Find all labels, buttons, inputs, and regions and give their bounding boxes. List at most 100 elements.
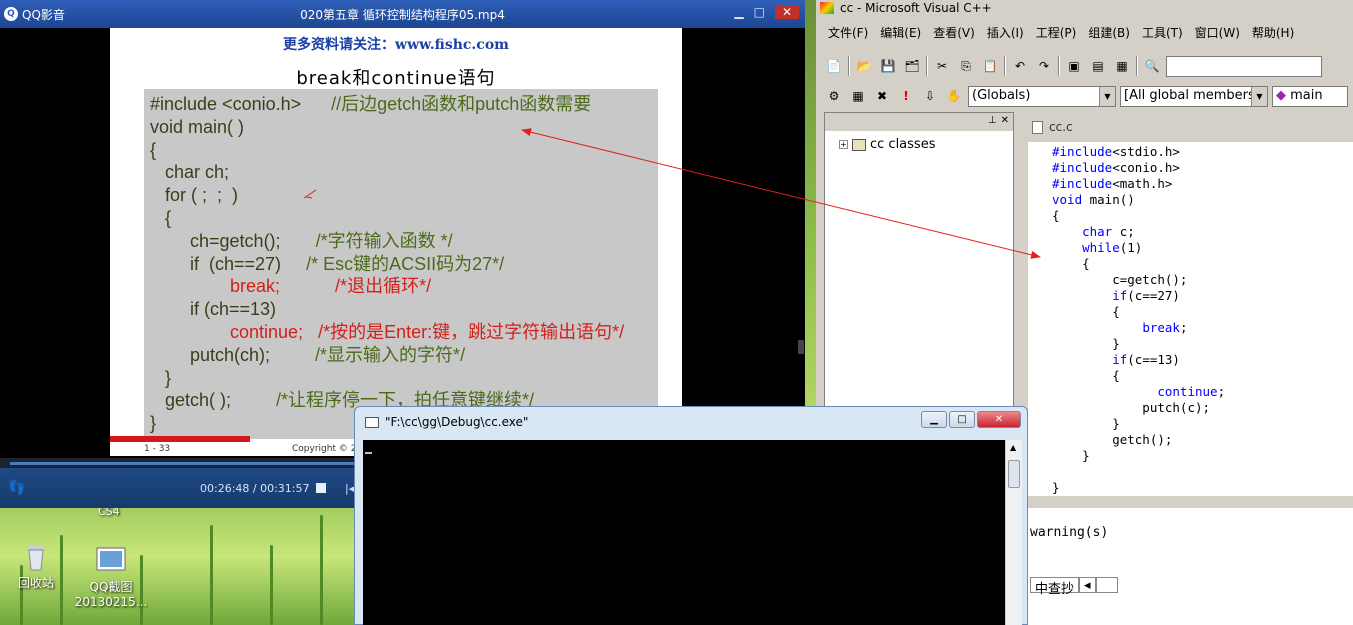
close-button[interactable]: ✕	[774, 5, 799, 19]
close-button[interactable]: ✕	[977, 411, 1021, 428]
video-frame[interactable]: 更多资料请关注：www.fishc.com break和continue语句 #…	[110, 28, 682, 456]
find-combo[interactable]	[1166, 55, 1322, 77]
scroll-up-icon[interactable]: ▲	[1010, 443, 1016, 452]
save-icon[interactable]: 💾	[878, 56, 898, 76]
slide-code-comment: //后边getch函数和putch函数需要	[301, 94, 592, 114]
class-view-icon	[852, 138, 866, 151]
slide-code-line: continue; /*按的是Enter:键，跳过字符输出语句*/	[150, 321, 652, 344]
slide-code-line: {	[150, 207, 652, 230]
breakpoint-hand-icon[interactable]: ✋	[944, 86, 964, 106]
menu-window[interactable]: 窗口(W)	[1195, 24, 1240, 41]
scope-combo-value: (Globals)	[972, 87, 1031, 103]
workspace-header: ⊥ ✕	[825, 113, 1013, 131]
minimize-button[interactable]: ▁	[921, 411, 947, 428]
undo-icon[interactable]: ↶	[1010, 56, 1030, 76]
menu-tools[interactable]: 工具(T)	[1142, 24, 1183, 41]
close-icon[interactable]: ✕	[1001, 115, 1009, 126]
code-line: }	[1052, 416, 1120, 431]
menu-file[interactable]: 文件(F)	[828, 24, 868, 41]
qq-player-titlebar[interactable]: Q QQ影音 020第五章 循环控制结构程序05.mp4 ▁ □ ✕	[0, 0, 805, 28]
new-file-icon[interactable]: 📄	[824, 56, 844, 76]
code-line: continue;	[1157, 384, 1226, 399]
menu-edit[interactable]: 编辑(E)	[880, 24, 921, 41]
function-combo-value: main	[1290, 87, 1323, 103]
minimize-button[interactable]: ▁	[734, 5, 743, 19]
slide-code-line: char ch;	[150, 161, 652, 184]
vcpp-titlebar[interactable]: cc - Microsoft Visual C++	[816, 0, 1353, 16]
output-tab[interactable]: 中查抄	[1030, 577, 1080, 597]
slide-code-line: }	[150, 367, 652, 390]
desktop-icon-qq-screenshot[interactable]: QQ截图 20130215...	[71, 546, 151, 609]
slide-code-text: if (ch==13)	[150, 299, 277, 320]
slide-code-line: ch=getch(); /*字符输入函数 */	[150, 230, 652, 253]
slide-code-comment: /*字符输入函数 */	[280, 230, 453, 251]
pin-icon[interactable]: ⊥	[988, 115, 997, 126]
code-line: {	[1052, 304, 1120, 319]
code-line: if(c==27)	[1112, 288, 1180, 303]
time-display: 00:26:48 / 00:31:57	[200, 482, 310, 495]
console-scrollbar[interactable]: ▲	[1005, 440, 1022, 625]
go-icon[interactable]: ⇩	[920, 86, 940, 106]
expand-icon[interactable]: +	[839, 140, 848, 149]
side-slider-handle[interactable]	[798, 340, 804, 354]
code-line: while(1)	[1082, 240, 1143, 255]
workspace-tree-item[interactable]: + cc classes	[839, 137, 935, 152]
slide-code-comment: /* Esc键的ACSII码为27*/	[281, 253, 505, 274]
menu-insert[interactable]: 插入(I)	[987, 24, 1024, 41]
slide-code-text: }	[150, 413, 157, 434]
tab-scroll-right[interactable]	[1095, 577, 1118, 593]
menu-help[interactable]: 帮助(H)	[1252, 24, 1294, 41]
desktop-icon-recycle-bin[interactable]: 回收站	[0, 542, 76, 591]
slide-code-text: ch=getch();	[150, 230, 281, 251]
execute-icon[interactable]: !	[896, 86, 916, 106]
compile-icon[interactable]: ⚙	[824, 86, 844, 106]
slide-code-line: if (ch==27) /* Esc键的ACSII码为27*/	[150, 253, 652, 276]
restore-button[interactable]: □	[754, 5, 765, 19]
editor-titlebar[interactable]: cc.c	[1022, 116, 1353, 138]
scope-combo[interactable]: (Globals) ▼	[968, 85, 1116, 107]
recycle-bin-icon	[21, 542, 51, 572]
stop-build-icon[interactable]: ✖	[872, 86, 892, 106]
slide-code-text: putch(ch);	[150, 344, 271, 365]
build-icon[interactable]: ▦	[848, 86, 868, 106]
function-combo[interactable]: ◆ main	[1272, 85, 1348, 107]
members-combo[interactable]: [All global members ▼	[1120, 85, 1268, 107]
copy-icon[interactable]: ⎘	[956, 56, 976, 76]
console-output[interactable]	[363, 440, 1005, 625]
menu-project[interactable]: 工程(P)	[1036, 24, 1077, 41]
footprint-icon[interactable]: 👣	[8, 480, 25, 496]
redo-icon[interactable]: ↷	[1034, 56, 1054, 76]
code-line: getch();	[1052, 432, 1173, 447]
stop-button[interactable]	[316, 483, 326, 493]
find-in-files-icon[interactable]: 🔍	[1142, 56, 1162, 76]
code-editor[interactable]: #include<stdio.h> #include<conio.h> #inclu…	[1028, 142, 1353, 496]
console-icon	[365, 416, 379, 428]
standard-toolbar: 📄 📂 💾 🗂 ✂ ⎘ 📋 ↶ ↷ ▣ ▤ ▦ 🔍	[824, 52, 1322, 80]
document-icon	[1032, 120, 1043, 134]
slide-code-block: #include <conio.h> //后边getch函数和putch函数需要…	[144, 89, 658, 439]
paste-icon[interactable]: 📋	[980, 56, 1000, 76]
code-line: }	[1052, 448, 1090, 463]
editor-window: cc.c #include<stdio.h> #include<conio.h> #…	[1022, 116, 1353, 504]
workspace-item-label: cc classes	[870, 137, 936, 152]
slide-code-line: for ( ; ; )	[150, 184, 652, 207]
cut-icon[interactable]: ✂	[932, 56, 952, 76]
output-icon[interactable]: ▤	[1088, 56, 1108, 76]
workspace-icon[interactable]: ▣	[1064, 56, 1084, 76]
code-line: char c;	[1082, 224, 1135, 239]
scrollbar-thumb[interactable]	[1008, 460, 1020, 488]
save-all-icon[interactable]: 🗂	[902, 56, 922, 76]
tab-scroll-left[interactable]: ◂	[1079, 577, 1096, 593]
window-list-icon[interactable]: ▦	[1112, 56, 1132, 76]
menu-view[interactable]: 查看(V)	[933, 24, 975, 41]
slide-code-text: {	[150, 207, 172, 228]
code-line: }	[1052, 336, 1120, 351]
code-line: #include<math.h>	[1052, 176, 1173, 191]
members-combo-value: [All global members	[1124, 87, 1255, 103]
restore-button[interactable]: □	[949, 411, 975, 428]
slide-code-line: break; /*退出循环*/	[150, 275, 652, 298]
open-folder-icon[interactable]: 📂	[854, 56, 874, 76]
desktop-icon-label: 回收站	[17, 576, 54, 590]
slide-code-text: }	[150, 367, 172, 388]
menu-build[interactable]: 组建(B)	[1088, 24, 1130, 41]
